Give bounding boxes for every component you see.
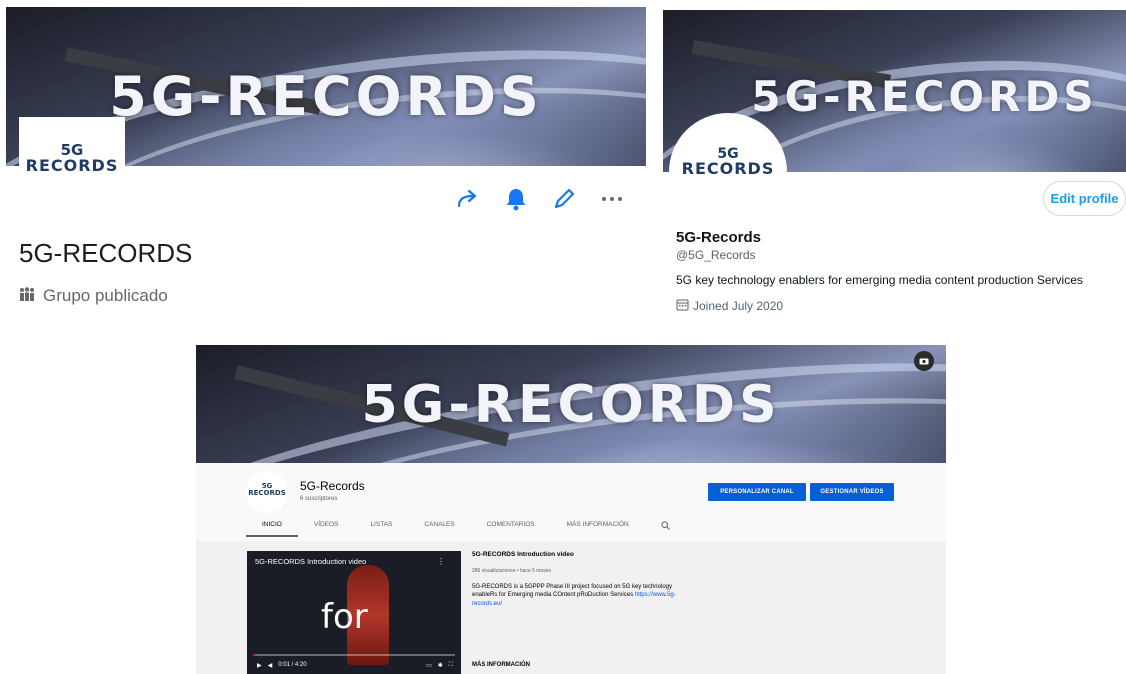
profile-bio: 5G key technology enablers for emerging … [676, 273, 1083, 287]
status-label: Grupo publicado [43, 286, 168, 305]
settings-icon[interactable]: ✱ [438, 662, 443, 669]
tab-videos[interactable]: VÍDEOS [298, 521, 355, 537]
camera-icon[interactable] [914, 351, 934, 371]
more-icon[interactable] [599, 186, 625, 212]
profile-name: 5G-Records [676, 229, 762, 246]
edit-icon[interactable] [551, 186, 577, 212]
joined-date: Joined July 2020 [676, 298, 783, 314]
youtube-channel-page: 5G-RECORDS 5G RECORDS 5G-Records 6 suscr… [196, 345, 946, 674]
edit-profile-button[interactable]: Edit profile [1043, 181, 1126, 216]
share-icon[interactable] [455, 186, 481, 212]
video-meta: 286 visualizaciones • hace 5 meses [472, 568, 552, 574]
group-people-icon [19, 286, 35, 306]
banner-title: 5G-RECORDS [361, 375, 781, 435]
subtitles-icon[interactable]: ▭ [426, 662, 432, 669]
video-overlay-text: for [321, 597, 368, 637]
profile-avatar[interactable]: 5G RECORDS [669, 113, 787, 231]
tab-inicio[interactable]: INICIO [246, 521, 298, 537]
video-title[interactable]: 5G-RECORDS Introduction video [255, 557, 366, 566]
customize-channel-button[interactable]: PERSONALIZAR CANAL [708, 483, 806, 501]
more-info-link[interactable]: MÁS INFORMACIÓN [472, 662, 530, 668]
group-name: 5G-RECORDS [19, 238, 193, 268]
video-menu-icon[interactable]: ⋮ [437, 557, 445, 566]
video-info-title[interactable]: 5G-RECORDS Introduction video [472, 551, 692, 558]
channel-avatar[interactable]: 5G RECORDS [246, 471, 288, 513]
logo-text-bottom: RECORDS [248, 489, 286, 497]
play-icon[interactable]: ▶ [257, 662, 262, 669]
subscriber-count: 6 suscriptores [300, 496, 338, 502]
group-logo[interactable]: 5G RECORDS [19, 117, 125, 185]
search-icon[interactable] [645, 521, 686, 537]
bell-icon[interactable] [503, 186, 529, 212]
manage-videos-button[interactable]: GESTIONAR VÍDEOS [810, 483, 894, 501]
channel-tabs: INICIO VÍDEOS LISTAS CANALES COMENTARIOS… [246, 521, 686, 537]
joined-label: Joined July 2020 [693, 299, 784, 313]
tab-listas[interactable]: LISTAS [354, 521, 408, 537]
channel-name: 5G-Records [300, 479, 365, 493]
tab-comentarios[interactable]: COMENTARIOS [471, 521, 551, 537]
video-time: 0:01 / 4:20 [278, 662, 307, 668]
channel-header: 5G RECORDS 5G-Records 6 suscriptores PER… [196, 463, 946, 541]
channel-banner: 5G-RECORDS [196, 345, 946, 463]
video-description: 5G-RECORDS is a 5GPPP Phase III project … [472, 583, 692, 608]
fullscreen-icon[interactable]: ⛶ [449, 662, 453, 669]
tab-canales[interactable]: CANALES [408, 521, 470, 537]
logo-text-bottom: RECORDS [25, 156, 119, 175]
logo-text-bottom: RECORDS [681, 159, 775, 178]
video-controls: ▶ ◀ 0:01 / 4:20 ▭ ✱ ⛶ [247, 656, 461, 674]
video-info: 5G-RECORDS Introduction video 286 visual… [472, 551, 692, 608]
group-actions [455, 186, 625, 212]
featured-section: 5G-RECORDS Introduction video ⋮ for ▶ ◀ … [196, 541, 946, 674]
video-player[interactable]: 5G-RECORDS Introduction video ⋮ for ▶ ◀ … [247, 551, 461, 674]
tab-mas-informacion[interactable]: MÁS INFORMACIÓN [551, 521, 645, 537]
volume-icon[interactable]: ◀ [268, 662, 273, 669]
group-status: Grupo publicado [19, 286, 168, 306]
calendar-icon [676, 298, 689, 314]
profile-handle: @5G_Records [676, 248, 756, 262]
